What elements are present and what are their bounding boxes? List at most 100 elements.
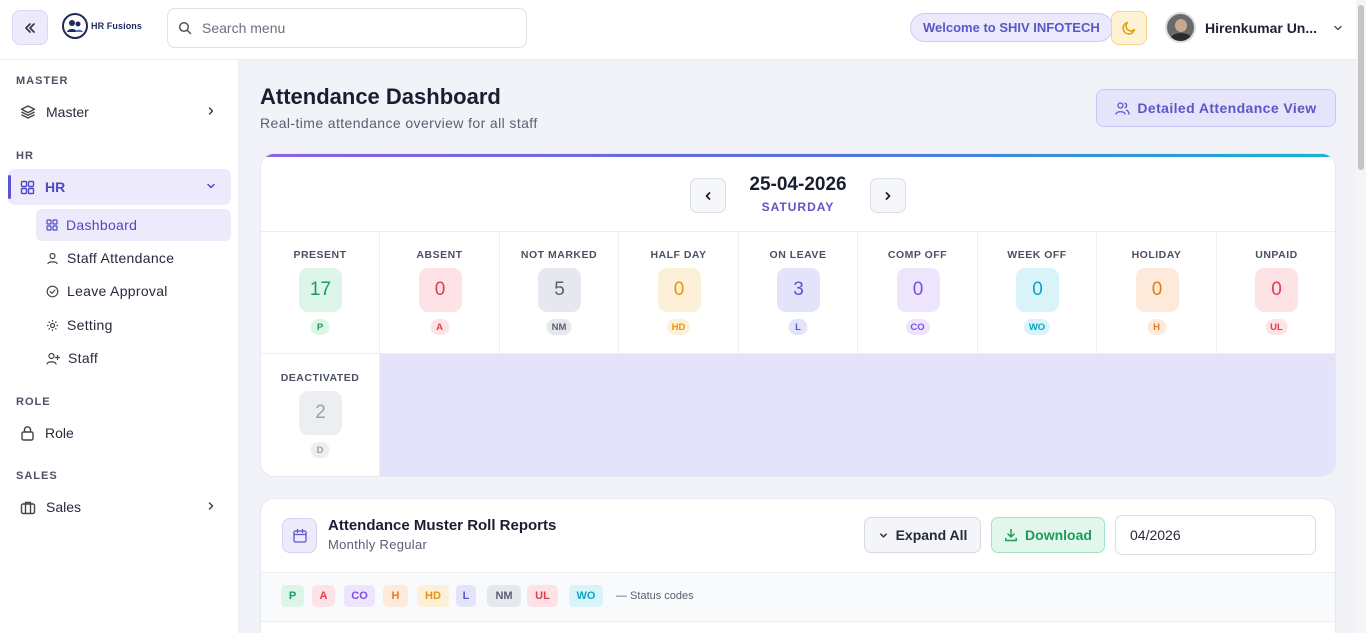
user-plus-icon <box>46 352 60 365</box>
current-date: 25-04-2026 <box>749 174 847 195</box>
sidebar-subitem-dashboard[interactable]: Dashboard <box>36 209 231 241</box>
sidebar-subitem-label: Leave Approval <box>67 283 168 299</box>
stat-code-badge: D <box>310 442 330 458</box>
scrollbar-thumb[interactable] <box>1358 5 1364 170</box>
status-codes-legend: P A CO H HD L NM UL WO — Status codes <box>261 572 1335 622</box>
stat-h[interactable]: HOLIDAY 0 H <box>1097 231 1217 354</box>
stat-co[interactable]: COMP OFF 0 CO <box>858 231 978 354</box>
search-box[interactable] <box>167 8 527 48</box>
month-input[interactable] <box>1115 515 1316 555</box>
chevron-right-icon <box>208 107 214 115</box>
stat-label: COMP OFF <box>887 249 948 261</box>
stat-label: WEEK OFF <box>1007 249 1067 261</box>
stat-count: 17 <box>299 268 342 312</box>
sidebar-item-role[interactable]: Role <box>8 415 231 451</box>
download-label: Download <box>1025 527 1092 543</box>
stat-code-badge: UL <box>1265 319 1288 335</box>
stat-d[interactable]: DEACTIVATED 2 D <box>261 354 380 476</box>
stat-count: 0 <box>1016 268 1059 312</box>
stat-nm[interactable]: NOT MARKED 5 NM <box>500 231 619 354</box>
grid-icon <box>20 180 35 194</box>
stat-label: HALF DAY <box>650 249 707 261</box>
stat-label: NOT MARKED <box>520 249 598 261</box>
user-menu[interactable]: Hirenkumar Un... <box>1165 12 1344 43</box>
stat-wo[interactable]: WEEK OFF 0 WO <box>978 231 1097 354</box>
sidebar-subitem-label: Dashboard <box>66 217 138 233</box>
stat-ul[interactable]: UNPAID 0 UL <box>1217 231 1335 354</box>
sidebar-item-label: Role <box>45 425 74 441</box>
layers-icon <box>20 105 36 119</box>
calendar-icon <box>282 518 317 553</box>
top-bar: HR Fusions Welcome to SHIV INFOTECH Hire… <box>0 0 1356 60</box>
stat-code-badge: HD <box>666 319 691 335</box>
stat-code-badge: A <box>430 319 449 335</box>
page-title: Attendance Dashboard <box>260 84 501 109</box>
sidebar-subitem-staff-attendance[interactable]: Staff Attendance <box>36 242 231 274</box>
check-circle-icon <box>46 285 59 297</box>
theme-toggle-button[interactable] <box>1111 11 1147 45</box>
stat-count: 3 <box>777 268 820 312</box>
stat-label: ABSENT <box>416 249 463 261</box>
section-label-master: MASTER <box>16 75 69 87</box>
sidebar-item-label: Sales <box>46 499 82 515</box>
chevron-right-icon <box>885 191 891 200</box>
briefcase-icon <box>20 501 36 514</box>
stats-grid-filler <box>380 354 1335 476</box>
user-name: Hirenkumar Un... <box>1205 19 1318 36</box>
stat-count: 0 <box>1255 268 1298 312</box>
sidebar-item-sales[interactable]: Sales <box>8 489 231 525</box>
stat-code-badge: L <box>788 319 808 335</box>
brand-logo[interactable]: HR Fusions <box>62 13 142 39</box>
sidebar-subitem-label: Staff Attendance <box>67 250 175 266</box>
chevron-down-icon <box>879 532 887 538</box>
sidebar-item-label: Master <box>46 104 89 120</box>
download-button[interactable]: Download <box>991 517 1105 553</box>
stat-l[interactable]: ON LEAVE 3 L <box>739 231 858 354</box>
sidebar-item-label: HR <box>45 179 66 195</box>
expand-all-button[interactable]: Expand All <box>864 517 981 553</box>
sidebar-subitem-staff[interactable]: Staff <box>36 342 231 374</box>
status-code-chip: P <box>281 585 304 607</box>
sidebar-subitem-label: Setting <box>67 317 113 333</box>
status-code-chip: NM <box>487 585 521 607</box>
stat-code-badge: NM <box>546 319 572 335</box>
gear-icon <box>47 319 58 331</box>
stat-code-badge: WO <box>1023 319 1051 335</box>
stat-count: 2 <box>299 391 342 435</box>
search-input[interactable] <box>202 20 502 36</box>
chevron-down-icon <box>1334 25 1342 30</box>
sidebar-item-hr[interactable]: HR <box>8 169 231 205</box>
stat-hd[interactable]: HALF DAY 0 HD <box>619 231 739 354</box>
status-codes-note: — Status codes <box>616 590 694 602</box>
stat-label: DEACTIVATED <box>280 372 360 384</box>
stat-code-badge: CO <box>905 319 930 335</box>
stat-label: PRESENT <box>293 249 347 261</box>
sidebar-item-master[interactable]: Master <box>8 94 231 130</box>
chevron-right-icon <box>208 502 214 510</box>
date-navigator: 25-04-2026 SATURDAY <box>261 154 1335 232</box>
next-date-button[interactable] <box>870 178 906 213</box>
stat-label: ON LEAVE <box>769 249 827 261</box>
sidebar-subitem-setting[interactable]: Setting <box>36 309 231 341</box>
users-icon <box>1115 102 1131 115</box>
logo-icon <box>62 13 88 39</box>
page-scrollbar[interactable] <box>1356 0 1366 633</box>
main-content: Attendance Dashboard Real-time attendanc… <box>240 60 1356 633</box>
stat-p[interactable]: PRESENT 17 P <box>261 231 380 354</box>
search-icon <box>178 21 192 35</box>
stat-count: 0 <box>657 268 701 312</box>
stat-count: 0 <box>1135 268 1179 312</box>
stat-count: 0 <box>896 268 940 312</box>
status-code-chip: L <box>456 585 476 607</box>
sidebar-subitem-label: Staff <box>68 350 99 366</box>
collapse-sidebar-button[interactable] <box>12 10 48 45</box>
stat-label: HOLIDAY <box>1131 249 1182 261</box>
stat-code-badge: H <box>1147 319 1166 335</box>
sidebar-subitem-leave-approval[interactable]: Leave Approval <box>36 275 231 307</box>
attendance-summary-card: 25-04-2026 SATURDAY PRESENT 17 P ABSENT 0 A NO… <box>260 153 1336 477</box>
section-label-hr: HR <box>16 150 34 162</box>
stat-a[interactable]: ABSENT 0 A <box>380 231 500 354</box>
detailed-attendance-view-button[interactable]: Detailed Attendance View <box>1096 89 1336 127</box>
expand-all-label: Expand All <box>895 527 968 543</box>
status-code-chip: H <box>383 585 408 607</box>
